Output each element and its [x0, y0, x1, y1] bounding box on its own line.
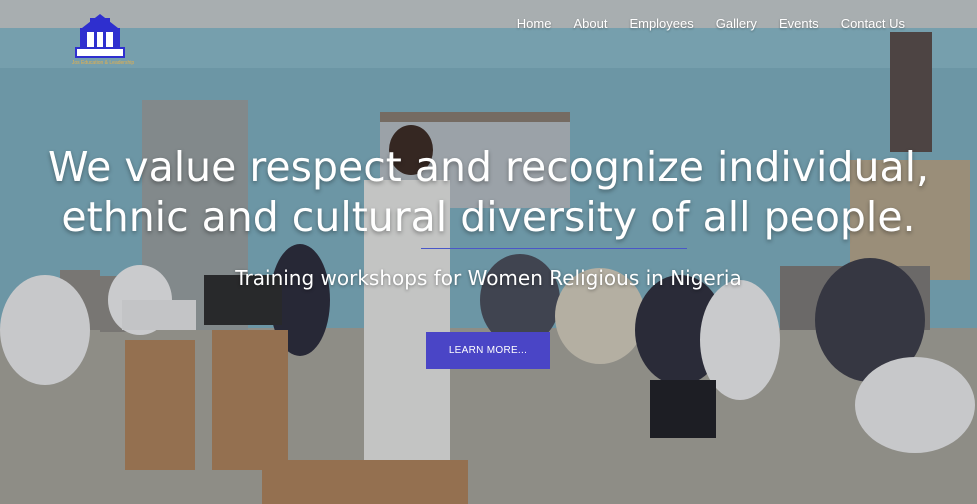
hero-subheadline: Training workshops for Women Religious i… [235, 266, 742, 290]
brand-logo-text: Jos Education & Leadership [71, 60, 135, 66]
nav-item-about[interactable]: About [573, 16, 607, 31]
nav-item-home[interactable]: Home [517, 16, 552, 31]
learn-more-button[interactable]: LEARN MORE... [426, 332, 550, 369]
hero-headline-line-1: We value respect and recognize individua… [47, 143, 930, 191]
headline-divider [421, 248, 687, 249]
photo-overlay [0, 0, 977, 504]
hero-headline-line-2: ethnic and cultural diversity of all peo… [61, 193, 916, 241]
school-building-logo-icon [75, 14, 125, 58]
nav-item-events[interactable]: Events [779, 16, 819, 31]
main-navigation: Home About Employees Gallery Events Cont… [517, 16, 905, 31]
nav-item-employees[interactable]: Employees [629, 16, 693, 31]
nav-item-contact-us[interactable]: Contact Us [841, 16, 905, 31]
hero-headline: We value respect and recognize individua… [0, 142, 977, 242]
nav-item-gallery[interactable]: Gallery [716, 16, 757, 31]
hero-section: Jos Education & Leadership Home About Em… [0, 0, 977, 504]
